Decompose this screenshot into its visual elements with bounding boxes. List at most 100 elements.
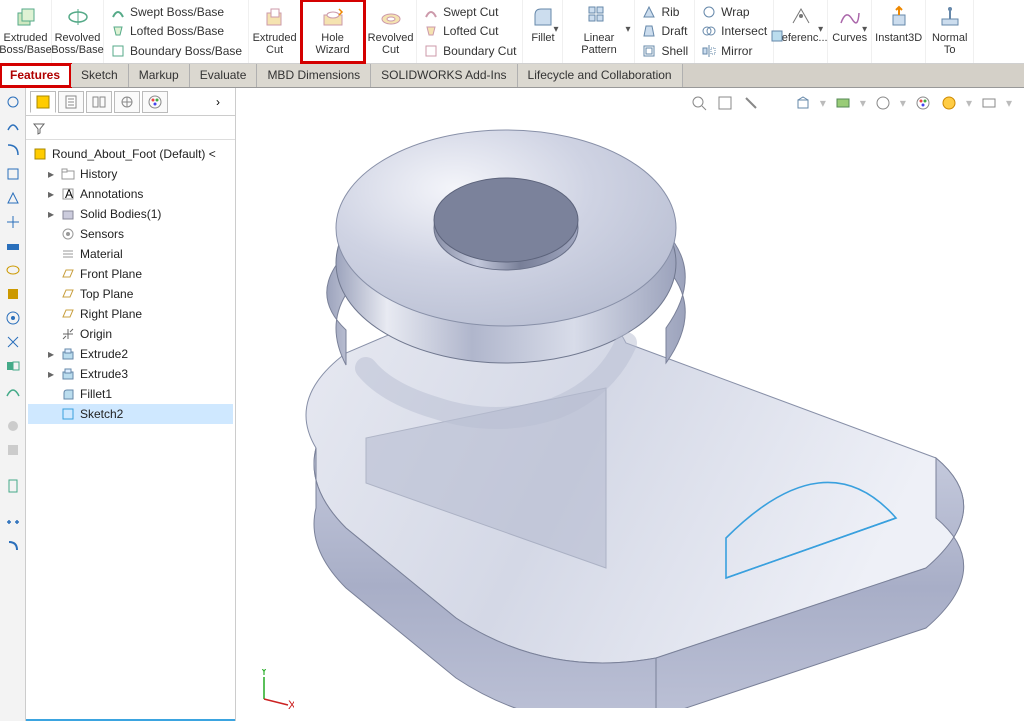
tab-mbd[interactable]: MBD Dimensions — [257, 64, 371, 87]
tree-tab-config[interactable] — [86, 91, 112, 113]
body-icon — [60, 206, 76, 222]
tree-item[interactable]: ▸History — [28, 164, 233, 184]
extruded-boss-button[interactable]: ExtrudedBoss/Base — [0, 0, 52, 63]
tree-item[interactable]: ▸Solid Bodies(1) — [28, 204, 233, 224]
tree-item[interactable]: Right Plane — [28, 304, 233, 324]
boundary-boss-button[interactable]: Boundary Boss/Base — [110, 42, 242, 60]
tree-tab-feature[interactable] — [30, 91, 56, 113]
tab-lifecycle[interactable]: Lifecycle and Collaboration — [518, 64, 683, 87]
draft-icon — [641, 23, 657, 39]
left-toolbar — [0, 88, 26, 721]
tab-addins[interactable]: SOLIDWORKS Add-Ins — [371, 64, 517, 87]
boundary-cut-button[interactable]: Boundary Cut — [423, 42, 516, 60]
rib-button[interactable]: Rib — [641, 3, 679, 21]
tree-item[interactable]: Material — [28, 244, 233, 264]
tree-item[interactable]: Front Plane — [28, 264, 233, 284]
tree-item[interactable]: ▸Extrude3 — [28, 364, 233, 384]
tree-filter[interactable] — [26, 116, 235, 140]
curves-button[interactable]: Curves ▾ — [828, 0, 872, 63]
filter-icon — [32, 121, 46, 135]
shell-button[interactable]: Shell — [641, 42, 688, 60]
instant3d-icon — [886, 4, 912, 30]
tool-icon-1[interactable] — [3, 92, 23, 112]
lofted-boss-button[interactable]: Lofted Boss/Base — [110, 22, 224, 40]
tab-sketch[interactable]: Sketch — [71, 64, 129, 87]
tool-icon-6[interactable] — [3, 212, 23, 232]
ann-icon: A — [60, 186, 76, 202]
svg-text:A: A — [65, 187, 73, 201]
tool-icon-15[interactable] — [3, 440, 23, 460]
rib-icon — [641, 4, 657, 20]
tree-tab-property[interactable] — [58, 91, 84, 113]
normal-to-icon — [937, 4, 963, 30]
tool-icon-4[interactable] — [3, 164, 23, 184]
revolve-icon — [65, 4, 91, 30]
folder-icon — [60, 166, 76, 182]
tool-icon-7[interactable] — [3, 236, 23, 256]
tool-icon-5[interactable] — [3, 188, 23, 208]
tool-icon-11[interactable] — [3, 332, 23, 352]
revolved-boss-button[interactable]: RevolvedBoss/Base — [52, 0, 104, 63]
tab-evaluate[interactable]: Evaluate — [190, 64, 258, 87]
command-tabbar: Features Sketch Markup Evaluate MBD Dime… — [0, 64, 1024, 88]
mirror-icon — [701, 43, 717, 59]
tool-icon-2[interactable] — [3, 116, 23, 136]
tab-features[interactable]: Features — [0, 64, 71, 87]
sweep-icon — [110, 4, 126, 20]
tree-tab-dim[interactable] — [114, 91, 140, 113]
tool-icon-10[interactable] — [3, 308, 23, 328]
extruded-cut-icon — [262, 4, 288, 30]
swept-boss-button[interactable]: Swept Boss/Base — [110, 3, 224, 21]
tree-tab-appearance[interactable] — [142, 91, 168, 113]
tree-tab-more[interactable]: › — [205, 91, 231, 113]
normal-to-button[interactable]: NormalTo — [926, 0, 974, 63]
fillet-icon — [60, 386, 76, 402]
part-icon — [32, 146, 48, 162]
revolved-cut-button[interactable]: RevolvedCut — [365, 0, 417, 63]
origin-icon — [60, 326, 76, 342]
swept-cut-button[interactable]: Swept Cut — [423, 3, 498, 21]
loft-cut-icon — [423, 23, 439, 39]
sweep-cut-icon — [423, 4, 439, 20]
hole-wizard-button[interactable]: Hole Wizard — [301, 0, 365, 63]
feature-tree: Round_About_Foot (Default) < ▸History▸AA… — [26, 140, 235, 719]
mod-stack: Rib Draft Shell — [635, 0, 695, 63]
revolved-cut-icon — [378, 4, 404, 30]
extruded-cut-button[interactable]: ExtrudedCut — [249, 0, 301, 63]
view-triad[interactable]: Y X — [254, 669, 294, 709]
tool-icon-18[interactable] — [3, 536, 23, 556]
tree-item[interactable]: Sketch2 — [28, 404, 233, 424]
reference-icon — [788, 4, 814, 30]
tree-item[interactable]: Origin — [28, 324, 233, 344]
mod-stack-2: Wrap Intersect Mirror — [695, 0, 774, 63]
tool-icon-13[interactable] — [3, 380, 23, 400]
tree-item[interactable]: Sensors — [28, 224, 233, 244]
instant3d-button[interactable]: Instant3D — [872, 0, 926, 63]
tool-icon-3[interactable] — [3, 140, 23, 160]
feat-icon — [60, 366, 76, 382]
intersect-button[interactable]: Intersect — [701, 22, 767, 40]
wrap-button[interactable]: Wrap — [701, 3, 749, 21]
graphics-viewport[interactable]: ▾ ▾ ▾ ▾ ▾ — [236, 88, 1024, 721]
tool-icon-16[interactable] — [3, 476, 23, 496]
boundary-icon — [110, 43, 126, 59]
tree-item[interactable]: ▸AAnnotations — [28, 184, 233, 204]
fillet-button[interactable]: Fillet ▾ — [523, 0, 563, 63]
lofted-cut-button[interactable]: Lofted Cut — [423, 22, 498, 40]
tool-icon-9[interactable] — [3, 284, 23, 304]
draft-button[interactable]: Draft — [641, 22, 687, 40]
tree-root[interactable]: Round_About_Foot (Default) < — [28, 144, 233, 164]
tree-item[interactable]: ▸Extrude2 — [28, 344, 233, 364]
tool-icon-8[interactable] — [3, 260, 23, 280]
tab-markup[interactable]: Markup — [129, 64, 190, 87]
tool-icon-17[interactable] — [3, 512, 23, 532]
tool-icon-14[interactable] — [3, 416, 23, 436]
tree-item[interactable]: Fillet1 — [28, 384, 233, 404]
curves-icon — [837, 4, 863, 30]
boss-stack: Swept Boss/Base Lofted Boss/Base Boundar… — [104, 0, 249, 63]
mirror-button[interactable]: Mirror — [701, 42, 752, 60]
tree-tab-bar: › — [26, 88, 235, 116]
tree-item[interactable]: Top Plane — [28, 284, 233, 304]
linear-pattern-button[interactable]: Linear Pattern ▾ — [563, 0, 635, 63]
tool-icon-12[interactable] — [3, 356, 23, 376]
